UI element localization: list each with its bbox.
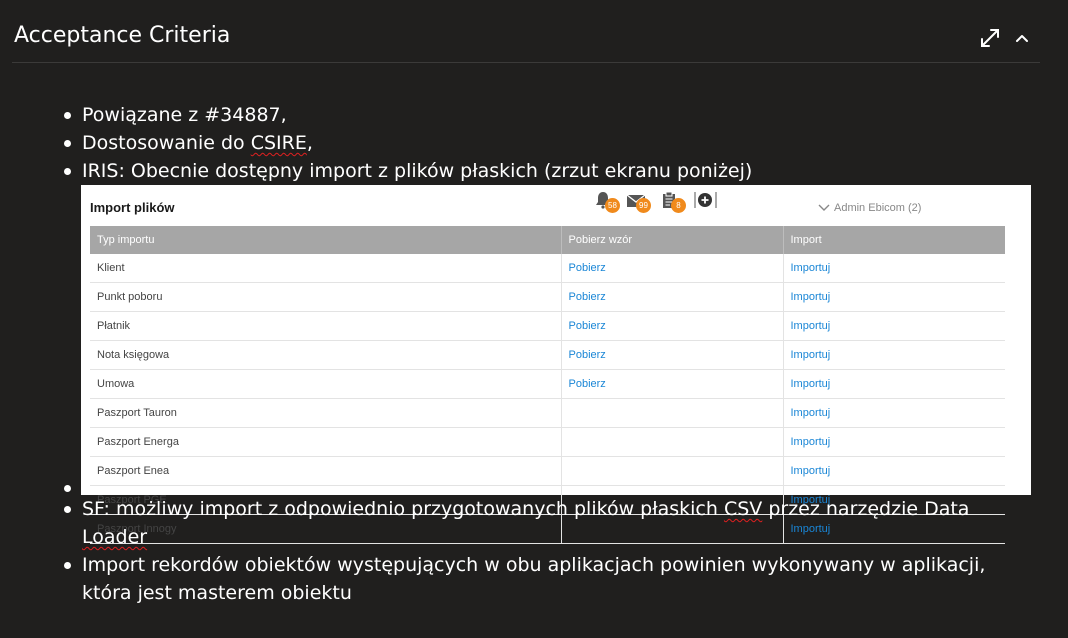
chevron-down-icon	[818, 204, 830, 212]
tasks-button[interactable]: 8	[661, 189, 691, 213]
list-item: Powiązane z #34887,	[60, 101, 1040, 129]
notifications-button[interactable]: 58	[595, 189, 625, 213]
list-item: SF: możliwy import z odpowiednio przygot…	[60, 495, 1040, 551]
import-type-cell: Paszport Tauron	[90, 398, 561, 428]
import-cell: Importuj	[782, 456, 1005, 486]
import-type-cell: Umowa	[90, 369, 561, 399]
import-link[interactable]: Importuj	[791, 262, 831, 274]
import-cell: Importuj	[782, 398, 1005, 428]
column-header: Typ importu	[90, 226, 561, 254]
table-row: Paszport Energa Importuj	[90, 427, 1005, 457]
import-type-cell: Klient	[90, 254, 561, 283]
messages-button[interactable]: 99	[626, 189, 656, 213]
import-cell: Importuj	[782, 254, 1005, 283]
list-item: Dostosowanie do CSIRE,	[60, 129, 1040, 157]
expand-icon	[981, 29, 999, 47]
table-row: Nota księgowa Pobierz Importuj	[90, 340, 1005, 370]
expand-button[interactable]	[978, 26, 1002, 50]
download-cell: Pobierz	[560, 340, 783, 370]
import-link[interactable]: Importuj	[791, 407, 831, 419]
chevron-up-icon	[1016, 35, 1028, 42]
notifications-badge: 58	[605, 198, 620, 213]
import-link[interactable]: Importuj	[791, 349, 831, 361]
spellcheck-word[interactable]: CSIRE	[251, 132, 307, 154]
download-cell: Pobierz	[560, 254, 783, 283]
embedded-screenshot: Import plików 58 99 8 Admin Ebicom (2) T…	[81, 185, 1031, 544]
list-item: Import rekordów obiektów występujących w…	[60, 551, 1040, 607]
screenshot-title: Import plików	[90, 200, 175, 215]
table-header-row: Typ importu Pobierz wzór Import	[90, 226, 1005, 254]
import-cell: Importuj	[782, 369, 1005, 399]
download-template-link[interactable]: Pobierz	[569, 262, 606, 274]
import-cell: Importuj	[782, 340, 1005, 370]
download-template-link[interactable]: Pobierz	[569, 291, 606, 303]
import-cell: Importuj	[782, 282, 1005, 312]
plus-circle-icon	[694, 192, 717, 208]
import-link[interactable]: Importuj	[791, 436, 831, 448]
table-row: Punkt poboru Pobierz Importuj	[90, 282, 1005, 312]
import-type-cell: Paszport Energa	[90, 427, 561, 457]
list-item: IRIS: Obecnie dostępny import z plików p…	[60, 157, 1040, 185]
download-cell: Pobierz	[560, 282, 783, 312]
import-cell: Importuj	[782, 427, 1005, 457]
download-cell: Pobierz	[560, 369, 783, 399]
import-link[interactable]: Importuj	[791, 465, 831, 477]
import-type-cell: Płatnik	[90, 311, 561, 341]
table-row: Płatnik Pobierz Importuj	[90, 311, 1005, 341]
spellcheck-word[interactable]: CSV	[724, 498, 762, 520]
messages-badge: 99	[636, 198, 651, 213]
list-item-screenshot: Import plików 58 99 8 Admin Ebicom (2) T…	[60, 185, 1040, 544]
collapse-button[interactable]	[1010, 26, 1034, 50]
tasks-badge: 8	[671, 198, 686, 213]
import-type-cell: Punkt poboru	[90, 282, 561, 312]
table-row: Paszport Tauron Importuj	[90, 398, 1005, 428]
spellcheck-word[interactable]: Loader	[82, 526, 147, 548]
download-template-link[interactable]: Pobierz	[569, 320, 606, 332]
column-header: Import	[782, 226, 1005, 254]
section-title: Acceptance Criteria	[14, 23, 231, 48]
import-link[interactable]: Importuj	[791, 378, 831, 390]
import-link[interactable]: Importuj	[791, 291, 831, 303]
download-cell	[560, 398, 783, 428]
download-cell: Pobierz	[560, 311, 783, 341]
table-row: Umowa Pobierz Importuj	[90, 369, 1005, 399]
download-template-link[interactable]: Pobierz	[569, 378, 606, 390]
column-header: Pobierz wzór	[560, 226, 783, 254]
import-type-cell: Paszport Enea	[90, 456, 561, 486]
add-button[interactable]	[693, 189, 723, 211]
import-type-cell: Nota księgowa	[90, 340, 561, 370]
section-header: Acceptance Criteria	[12, 0, 1040, 63]
download-cell	[560, 427, 783, 457]
download-template-link[interactable]: Pobierz	[569, 349, 606, 361]
import-cell: Importuj	[782, 311, 1005, 341]
criteria-list: Powiązane z #34887, Dostosowanie do CSIR…	[60, 101, 1040, 607]
table-row: Paszport Enea Importuj	[90, 456, 1005, 486]
table-row: Klient Pobierz Importuj	[90, 254, 1005, 283]
user-menu[interactable]: Admin Ebicom (2)	[818, 194, 921, 222]
download-cell	[560, 456, 783, 486]
import-link[interactable]: Importuj	[791, 320, 831, 332]
